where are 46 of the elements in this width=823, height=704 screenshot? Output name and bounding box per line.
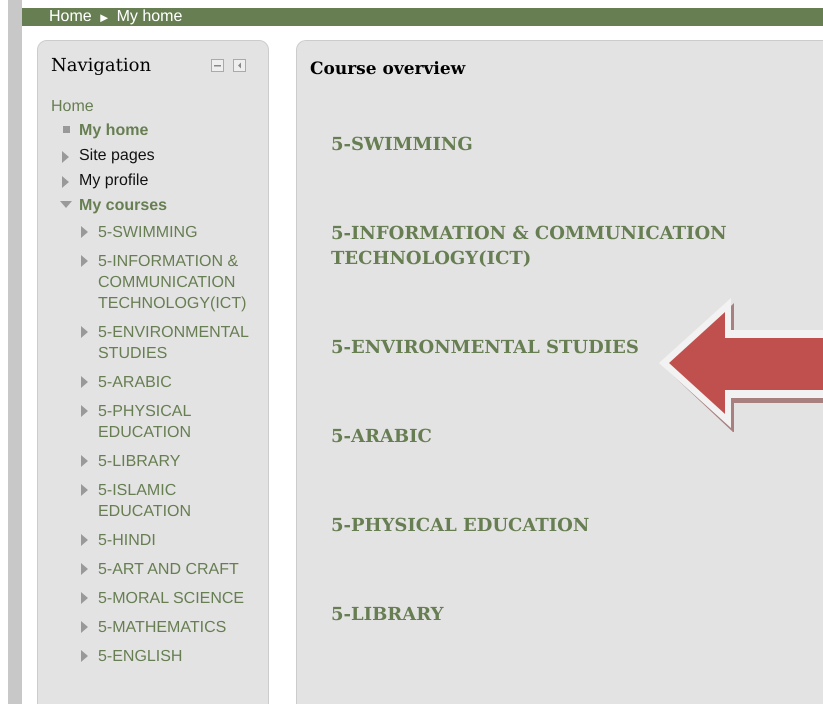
collapsed-triangle-icon[interactable] [81, 255, 89, 267]
collapsed-triangle-icon[interactable] [81, 326, 89, 338]
navigation-title: Navigation [51, 55, 152, 76]
collapsed-triangle-icon[interactable] [81, 455, 89, 467]
collapsed-triangle-icon[interactable] [81, 621, 89, 633]
nav-item[interactable]: My profile [79, 172, 148, 190]
course-title-link[interactable]: 5-PHYSICAL EDUCATION [331, 513, 590, 538]
course-link[interactable]: 5-MATHEMATICS [98, 617, 256, 638]
breadcrumb-separator: ► [98, 10, 111, 24]
course-link[interactable]: 5-MORAL SCIENCE [98, 588, 256, 609]
nav-item[interactable]: My courses [79, 197, 168, 215]
collapsed-triangle-icon[interactable] [81, 376, 89, 388]
bullet-icon [62, 126, 70, 133]
panel-title: Course overview [310, 59, 466, 79]
collapsed-triangle-icon[interactable] [81, 650, 89, 662]
breadcrumb-link[interactable]: Home [49, 8, 92, 26]
course-link[interactable]: 5-ART AND CRAFT [98, 559, 256, 580]
course-link[interactable]: 5-SWIMMING [98, 222, 256, 243]
course-link[interactable]: 5-INFORMATION & COMMUNICATION TECHNOLOGY(ICT) [98, 251, 256, 314]
dock-icon[interactable] [233, 59, 246, 72]
course-title-link[interactable]: 5-INFORMATION & COMMUNICATION TECHNOLOGY(ICT) [331, 221, 771, 271]
course-title-link[interactable]: 5-SWIMMING [331, 132, 473, 157]
collapsed-triangle-icon[interactable] [81, 592, 89, 604]
course-link[interactable]: 5-ARABIC [98, 372, 256, 393]
minimize-icon[interactable] [211, 59, 224, 72]
nav-link[interactable]: Home [51, 98, 256, 116]
course-link[interactable]: 5-LIBRARY [98, 451, 256, 472]
collapsed-triangle-icon[interactable] [81, 534, 89, 546]
collapsed-triangle-icon[interactable] [81, 484, 89, 496]
collapsed-triangle-icon[interactable] [62, 151, 70, 163]
course-title-link[interactable]: 5-ARABIC [331, 424, 432, 449]
course-link[interactable]: 5-HINDI [98, 530, 256, 551]
collapsed-triangle-icon[interactable] [81, 226, 89, 238]
nav-item[interactable]: My home [79, 122, 148, 140]
nav-item[interactable]: Site pages [79, 147, 155, 165]
course-link[interactable]: 5-ISLAMIC EDUCATION [98, 480, 256, 522]
collapsed-triangle-icon[interactable] [62, 176, 70, 188]
breadcrumb-link[interactable]: My home [116, 8, 182, 26]
course-title-link[interactable]: 5-ENVIRONMENTAL STUDIES [331, 335, 639, 360]
expanded-triangle-icon[interactable] [60, 201, 72, 209]
collapsed-triangle-icon[interactable] [81, 563, 89, 575]
course-link[interactable]: 5-ENVIRONMENTAL STUDIES [98, 322, 256, 364]
course-link[interactable]: 5-PHYSICAL EDUCATION [98, 401, 256, 443]
course-title-link[interactable]: 5-LIBRARY [331, 602, 444, 627]
collapsed-triangle-icon[interactable] [81, 405, 89, 417]
course-link[interactable]: 5-ENGLISH [98, 646, 256, 667]
